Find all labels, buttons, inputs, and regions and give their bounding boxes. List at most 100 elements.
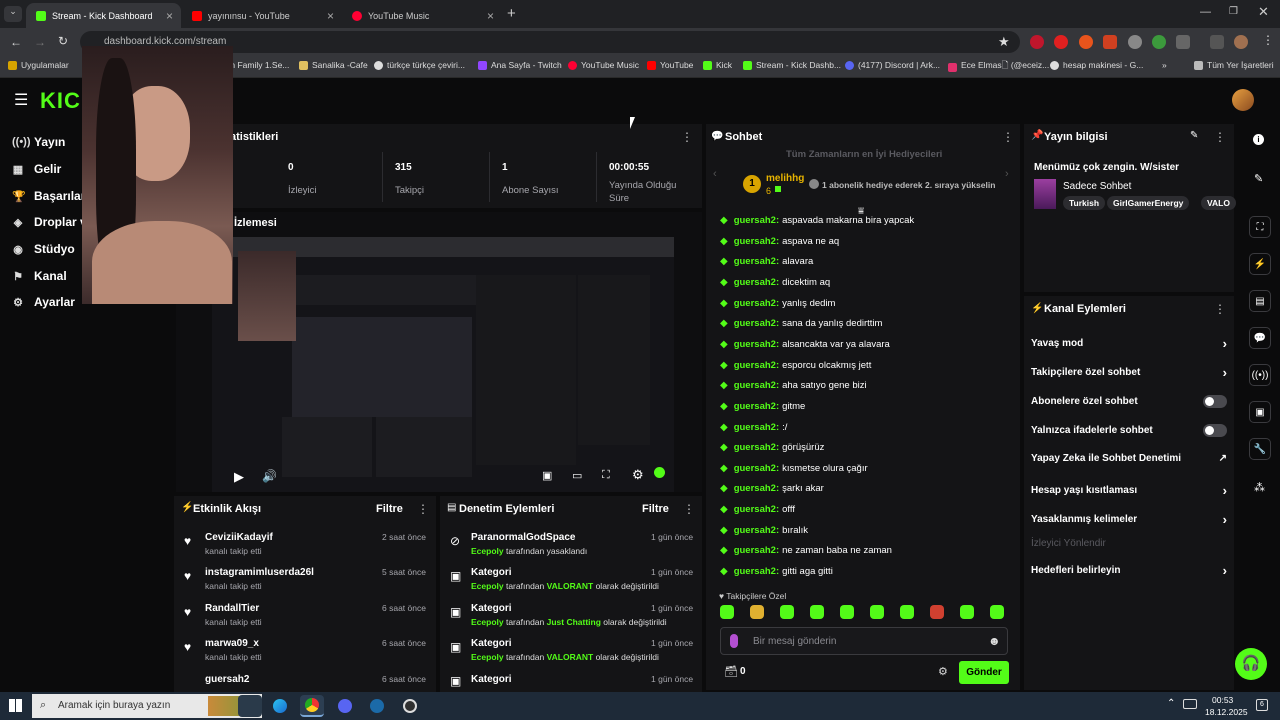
tab-kick-dashboard[interactable]: Stream - Kick Dashboard × bbox=[26, 3, 181, 28]
kick-logo[interactable]: KICK bbox=[40, 88, 84, 114]
bookmark-family[interactable]: m Family 1.Se... bbox=[228, 60, 289, 70]
bookmark-apps[interactable]: Uygulamalar bbox=[8, 60, 69, 70]
settings-icon[interactable]: ⚙ bbox=[632, 467, 644, 483]
minimize-icon[interactable]: — bbox=[1200, 6, 1211, 18]
profile-avatar-icon[interactable] bbox=[1234, 35, 1248, 49]
emote-icon[interactable] bbox=[750, 605, 764, 619]
chat-username[interactable]: guersah2: bbox=[734, 277, 779, 288]
discord-taskbar-icon[interactable] bbox=[333, 695, 357, 717]
chat-username[interactable]: guersah2: bbox=[734, 566, 779, 577]
action-subscribers-only[interactable]: Abonelere özel sohbet bbox=[1031, 395, 1227, 408]
network-icon[interactable]: ⁂ bbox=[1254, 481, 1265, 494]
stats-menu-icon[interactable]: ⋮ bbox=[681, 130, 693, 144]
chat-username[interactable]: guersah2: bbox=[734, 236, 779, 247]
subscribers-only-toggle[interactable] bbox=[1203, 395, 1227, 408]
close-window-icon[interactable]: ✕ bbox=[1258, 4, 1269, 20]
tab-search-button[interactable]: ⌄ bbox=[4, 6, 22, 22]
chat-username[interactable]: guersah2: bbox=[734, 442, 779, 453]
chat-username[interactable]: guersah2: bbox=[734, 422, 779, 433]
emote-icon[interactable] bbox=[720, 605, 734, 619]
wrench-icon[interactable]: 🔧 bbox=[1249, 438, 1271, 460]
chat-settings-icon[interactable]: ⚙ bbox=[938, 665, 948, 678]
taskbar-time[interactable]: 00:53 bbox=[1212, 695, 1233, 705]
tab-youtube-music[interactable]: YouTube Music × bbox=[342, 3, 502, 28]
close-tab-icon[interactable]: × bbox=[327, 9, 334, 23]
bookmark-kick-dashboard[interactable]: Stream - Kick Dashb... bbox=[743, 60, 841, 70]
emote-icon[interactable] bbox=[900, 605, 914, 619]
nav-kanal[interactable]: ⚑ Kanal bbox=[12, 269, 67, 283]
bookmark-all[interactable]: Tüm Yer İşaretleri bbox=[1194, 60, 1274, 70]
browser-menu-icon[interactable]: ⋮ bbox=[1262, 33, 1274, 47]
steam-icon[interactable] bbox=[365, 695, 389, 717]
stream-video[interactable]: ▶ 🔊 ▣ ▭ ⛶ ⚙ bbox=[212, 237, 674, 492]
taskbar-search[interactable]: ⌕ Aramak için buraya yazın bbox=[32, 694, 262, 718]
emote-icon[interactable] bbox=[780, 605, 794, 619]
action-slow-mode[interactable]: Yavaş mod › bbox=[1031, 336, 1227, 351]
new-tab-button[interactable]: + bbox=[507, 5, 516, 22]
send-button[interactable]: Gönder bbox=[959, 661, 1009, 684]
activity-filter-button[interactable]: Filtre bbox=[376, 503, 403, 515]
emote-icon[interactable] bbox=[960, 605, 974, 619]
restore-icon[interactable]: ❐ bbox=[1229, 6, 1238, 17]
tab-youtube[interactable]: yayınınsu - YouTube × bbox=[182, 3, 342, 28]
nav-studyo[interactable]: ◉ Stüdyo bbox=[12, 242, 74, 256]
edit-icon[interactable]: ✎ bbox=[1254, 172, 1263, 185]
layout-tool-icon[interactable]: ▣ bbox=[1249, 401, 1271, 423]
edit-pencil-icon[interactable]: ✎ bbox=[1190, 130, 1198, 141]
back-icon[interactable]: ← bbox=[10, 35, 22, 49]
obs-icon[interactable] bbox=[398, 695, 422, 717]
quick-action-icon[interactable]: ⚡ bbox=[1249, 253, 1271, 275]
extension-youtube-icon[interactable] bbox=[1054, 35, 1068, 49]
tag-girlgamerenergy[interactable]: GirlGamerEnergy bbox=[1107, 196, 1190, 210]
emotes-only-toggle[interactable] bbox=[1203, 424, 1227, 437]
emote-icon[interactable] bbox=[990, 605, 1004, 619]
clipboard-icon[interactable]: ▤ bbox=[1249, 290, 1271, 312]
emote-icon[interactable] bbox=[810, 605, 824, 619]
chat-input[interactable]: Bir mesaj gönderin ☻ bbox=[720, 627, 1008, 655]
chat-username[interactable]: guersah2: bbox=[734, 463, 779, 474]
bookmark-twitch[interactable]: Ana Sayfa - Twitch bbox=[478, 60, 562, 70]
bookmark-youtube[interactable]: YouTube bbox=[647, 60, 693, 70]
emoji-icon[interactable]: ☻ bbox=[988, 634, 1001, 648]
chat-username[interactable]: guersah2: bbox=[734, 339, 779, 350]
tag-turkish[interactable]: Turkish bbox=[1063, 196, 1106, 210]
chat-username[interactable]: guersah2: bbox=[734, 504, 779, 515]
gifters-next-icon[interactable]: › bbox=[1005, 168, 1009, 180]
keyboard-icon[interactable] bbox=[1183, 699, 1197, 709]
points-icon[interactable]: 🗃 bbox=[724, 665, 738, 678]
task-view-icon[interactable] bbox=[238, 695, 262, 717]
chat-username[interactable]: guersah2: bbox=[734, 360, 779, 371]
bookmark-instagram[interactable]: Ece Elmas🗋 (@eceiz... bbox=[948, 60, 1049, 74]
action-ai-moderation[interactable]: Yapay Zeka ile Sohbet Denetimi ↗ bbox=[1031, 453, 1227, 464]
volume-icon[interactable]: 🔊 bbox=[262, 469, 277, 483]
bookmark-kick[interactable]: Kick bbox=[703, 60, 732, 70]
nav-ayarlar[interactable]: ⚙ Ayarlar bbox=[12, 295, 75, 309]
emote-icon[interactable] bbox=[870, 605, 884, 619]
extension-1-icon[interactable] bbox=[1030, 35, 1044, 49]
chat-username[interactable]: guersah2: bbox=[734, 380, 779, 391]
bookmark-calculator[interactable]: hesap makinesi - G... bbox=[1050, 60, 1143, 70]
chat-tool-icon[interactable]: 💬 bbox=[1249, 327, 1271, 349]
gifters-prev-icon[interactable]: ‹ bbox=[713, 168, 717, 180]
activity-menu-icon[interactable]: ⋮ bbox=[417, 502, 429, 516]
nav-droplar[interactable]: ◈ Droplar v bbox=[12, 215, 87, 229]
windows-start-icon[interactable] bbox=[9, 699, 22, 712]
bookmark-sanalika[interactable]: Sanalika -Cafe bbox=[299, 60, 368, 70]
extension-shield-icon[interactable] bbox=[1128, 35, 1142, 49]
emote-icon[interactable] bbox=[930, 605, 944, 619]
tag-valo[interactable]: VALO bbox=[1201, 196, 1236, 210]
bookmark-discord[interactable]: (4177) Discord | Ark... bbox=[845, 60, 940, 70]
tray-chevron-icon[interactable]: ⌃ bbox=[1167, 698, 1175, 709]
fit-screen-icon[interactable]: ⛶ bbox=[1249, 216, 1271, 238]
action-emotes-only[interactable]: Yalnızca ifadelerle sohbet bbox=[1031, 424, 1227, 437]
chat-username[interactable]: guersah2: bbox=[734, 483, 779, 494]
action-set-goals[interactable]: Hedefleri belirleyin › bbox=[1031, 563, 1227, 578]
chat-menu-icon[interactable]: ⋮ bbox=[1002, 130, 1014, 144]
stream-info-menu-icon[interactable]: ⋮ bbox=[1214, 130, 1226, 144]
nav-gelir[interactable]: ▦ Gelir bbox=[12, 162, 62, 176]
reload-icon[interactable]: ↻ bbox=[58, 34, 68, 48]
info-icon[interactable]: i bbox=[1253, 134, 1264, 145]
emote-icon[interactable] bbox=[840, 605, 854, 619]
action-account-age[interactable]: Hesap yaşı kısıtlaması › bbox=[1031, 483, 1227, 498]
support-button[interactable]: 🎧 bbox=[1235, 648, 1267, 680]
